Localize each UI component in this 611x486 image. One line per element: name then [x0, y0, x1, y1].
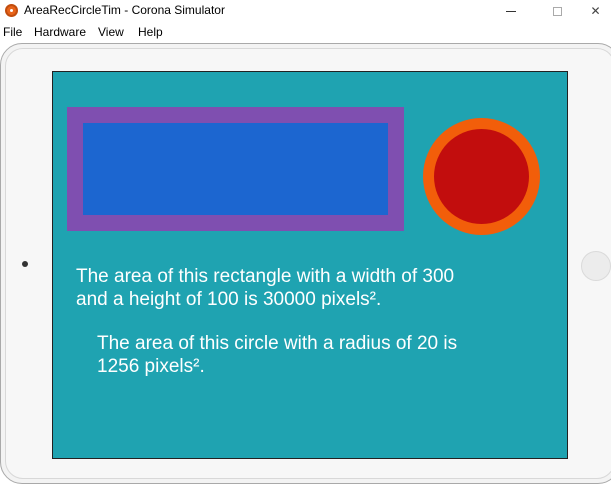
rectangle-stroke — [67, 107, 404, 231]
close-button[interactable]: ✕ — [580, 0, 611, 22]
rectangle-shape — [83, 123, 388, 215]
corona-app-icon — [5, 4, 18, 17]
home-button[interactable] — [581, 251, 611, 281]
circle-shape — [434, 129, 529, 224]
circle-area-text: The area of this circle with a radius of… — [97, 333, 458, 377]
circle-stroke — [423, 118, 540, 235]
maximize-button[interactable] — [534, 0, 580, 22]
minimize-button[interactable] — [488, 0, 534, 22]
minimize-icon — [506, 10, 516, 12]
maximize-icon — [552, 6, 562, 16]
simulator-screen[interactable]: The area of this rectangle with a width … — [52, 71, 568, 459]
menu-view[interactable]: View — [98, 25, 124, 39]
close-icon: ✕ — [590, 4, 601, 18]
window-title: AreaRecCircleTim - Corona Simulator — [24, 3, 225, 17]
menu-help[interactable]: Help — [138, 25, 163, 39]
menu-hardware[interactable]: Hardware — [34, 25, 86, 39]
rectangle-area-text: The area of this rectangle with a width … — [76, 266, 455, 310]
menu-bar: File Hardware View Help — [0, 22, 611, 42]
menu-file[interactable]: File — [3, 25, 22, 39]
title-bar: AreaRecCircleTim - Corona Simulator ✕ — [0, 0, 611, 22]
front-camera — [22, 261, 28, 267]
